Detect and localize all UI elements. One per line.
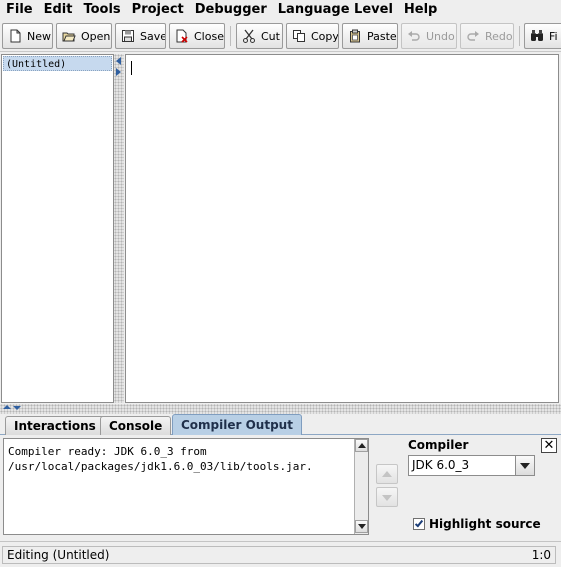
expand-right-arrow-icon[interactable] [116, 68, 121, 76]
compiler-select-value: JDK 6.0_3 [412, 458, 470, 472]
copy-icon [292, 29, 306, 43]
find-label: Fi [549, 29, 558, 43]
compiler-output-text: Compiler ready: JDK 6.0_3 from/usr/local… [8, 444, 348, 474]
list-item[interactable]: (Untitled) [3, 56, 112, 71]
menu-project[interactable]: Project [127, 0, 190, 20]
new-file-icon [8, 29, 22, 43]
menu-file[interactable]: File [0, 0, 39, 20]
output-scrollbar[interactable] [354, 439, 368, 534]
compiler-select[interactable]: JDK 6.0_3 [408, 455, 535, 476]
scissors-icon [242, 29, 256, 43]
status-message: Editing (Untitled) [2, 546, 556, 564]
tab-interactions[interactable]: Interactions [5, 416, 105, 435]
scroll-up-button[interactable] [355, 439, 368, 452]
text-caret [131, 61, 132, 75]
highlight-source-label: Highlight source [429, 517, 541, 531]
code-editor[interactable] [125, 54, 559, 403]
compiler-label: Compiler [408, 438, 469, 452]
checkmark-icon [414, 518, 424, 528]
close-pane-button[interactable]: ✕ [541, 438, 557, 453]
tab-console[interactable]: Console [100, 416, 172, 435]
menu-language-level[interactable]: Language Level [273, 0, 399, 20]
arrow-down-icon [358, 524, 366, 529]
close-file-icon [175, 29, 189, 43]
binoculars-icon [530, 29, 544, 43]
redo-icon [466, 29, 480, 43]
undo-button[interactable]: Undo [401, 23, 457, 49]
save-disk-icon [121, 29, 135, 43]
chevron-up-icon [382, 471, 392, 477]
collapse-up-arrow-icon[interactable] [3, 405, 11, 409]
tab-compiler-output[interactable]: Compiler Output [172, 414, 302, 435]
highlight-source-checkbox[interactable] [413, 518, 425, 530]
save-label: Save [140, 29, 166, 43]
compiler-output-pane[interactable]: Compiler ready: JDK 6.0_3 from/usr/local… [3, 438, 369, 535]
output-line-1: Compiler ready: JDK 6.0_3 from [8, 445, 207, 458]
find-button[interactable]: Fi [524, 23, 561, 49]
copy-label: Copy [311, 29, 339, 43]
status-bar: Editing (Untitled) 1:0 [0, 541, 561, 567]
open-folder-icon [62, 29, 76, 43]
undo-label: Undo [426, 29, 455, 43]
expand-down-arrow-icon[interactable] [13, 406, 21, 410]
vertical-splitter[interactable] [114, 54, 124, 403]
new-label: New [27, 29, 51, 43]
redo-label: Redo [485, 29, 513, 43]
paste-button[interactable]: Paste [342, 23, 398, 49]
dropdown-arrow-icon[interactable] [515, 456, 534, 475]
menu-tools[interactable]: Tools [78, 0, 126, 20]
close-label: Close [194, 29, 224, 43]
previous-error-button[interactable] [376, 464, 398, 484]
toolbar: New Open Save Close Cut Copy Paste Undo … [0, 20, 561, 52]
horizontal-splitter[interactable] [0, 404, 561, 414]
arrow-up-icon [358, 443, 366, 448]
chevron-down-icon [382, 495, 392, 501]
cut-button[interactable]: Cut [236, 23, 283, 49]
menu-bar: File Edit Tools Project Debugger Languag… [0, 0, 561, 20]
toolbar-separator-2 [519, 26, 520, 46]
menu-debugger[interactable]: Debugger [190, 0, 273, 20]
next-error-button[interactable] [376, 487, 398, 507]
close-button[interactable]: Close [169, 23, 225, 49]
open-label: Open [81, 29, 111, 43]
bottom-tabs: Interactions Console Compiler Output [0, 414, 561, 435]
toolbar-separator [230, 26, 231, 46]
undo-icon [407, 29, 421, 43]
menu-edit[interactable]: Edit [39, 0, 79, 20]
scroll-down-button[interactable] [355, 520, 368, 533]
menu-help[interactable]: Help [399, 0, 443, 20]
copy-button[interactable]: Copy [286, 23, 339, 49]
paste-clipboard-icon [348, 29, 362, 43]
new-button[interactable]: New [2, 23, 53, 49]
collapse-left-arrow-icon[interactable] [116, 57, 121, 65]
output-line-2: /usr/local/packages/jdk1.6.0_03/lib/tool… [8, 460, 313, 473]
document-list[interactable]: (Untitled) [1, 54, 114, 403]
open-button[interactable]: Open [56, 23, 112, 49]
highlight-source-option[interactable]: Highlight source [413, 517, 541, 531]
paste-label: Paste [367, 29, 397, 43]
redo-button[interactable]: Redo [460, 23, 514, 49]
cut-label: Cut [261, 29, 280, 43]
save-button[interactable]: Save [115, 23, 166, 49]
cursor-position: 1:0 [531, 548, 551, 562]
